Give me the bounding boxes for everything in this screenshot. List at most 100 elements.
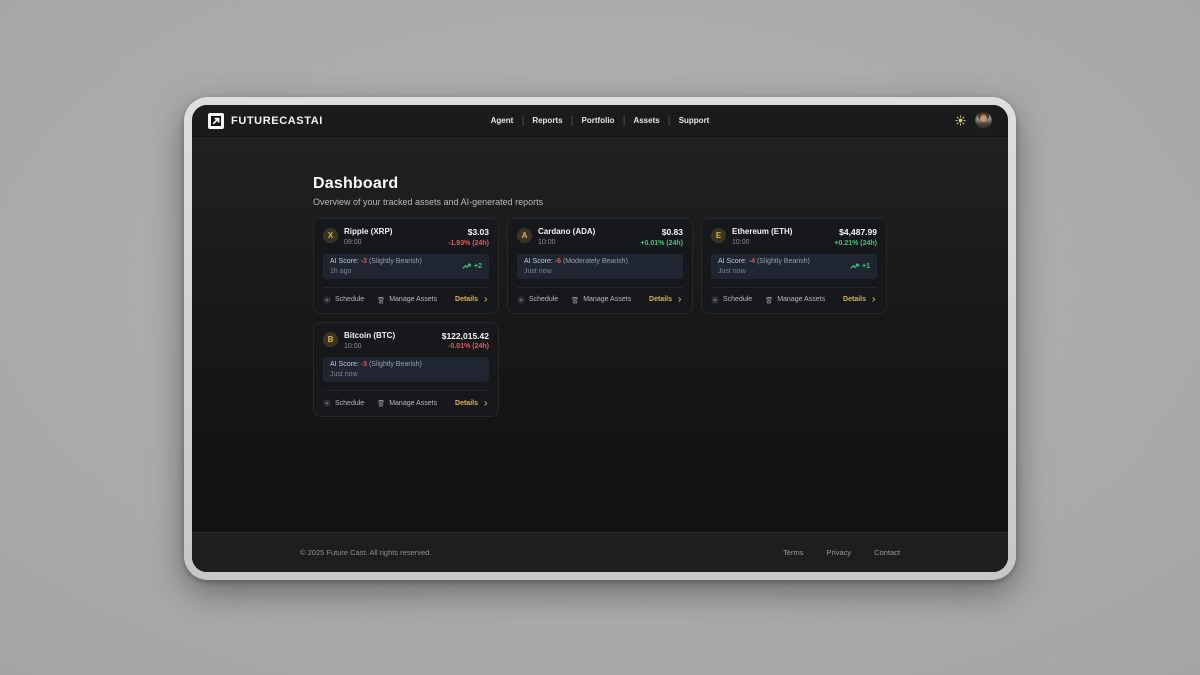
gear-icon (323, 296, 331, 304)
nav-item-assets[interactable]: Assets (624, 105, 668, 136)
asset-price: $3.03 (448, 228, 489, 237)
ai-score-label: AI Score: (718, 258, 747, 265)
asset-time: 10:00 (344, 343, 395, 350)
ai-score-value: -6 (555, 258, 561, 265)
asset-card: A Cardano (ADA) 10:00 $0.83 +0.01% (24h)… (507, 218, 693, 314)
asset-name: Cardano (ADA) (538, 228, 595, 236)
page-title: Dashboard (313, 175, 887, 193)
schedule-button[interactable]: Schedule (323, 296, 364, 304)
top-navbar: FUTURECASTAI AgentReportsPortfolioAssets… (192, 105, 1008, 137)
manage-assets-button[interactable]: Manage Assets (377, 399, 437, 407)
nav-item-reports[interactable]: Reports (523, 105, 571, 136)
brand-logo[interactable]: FUTURECASTAI (208, 113, 323, 129)
main-nav: AgentReportsPortfolioAssetsSupport (482, 105, 719, 136)
chevron-right-icon (482, 400, 489, 407)
asset-card: X Ripple (XRP) 09:00 $3.03 -1.93% (24h) … (313, 218, 499, 314)
ai-score-strip: AI Score: -6 (Moderately Bearish) Just n… (517, 254, 683, 279)
trash-icon (377, 296, 385, 304)
footer-link-contact[interactable]: Contact (874, 548, 900, 557)
trend-badge: +2 (462, 263, 482, 270)
asset-time: 09:00 (344, 239, 392, 246)
footer-links: Terms Privacy Contact (783, 548, 900, 557)
ai-score-strip: AI Score: -3 (Slightly Bearish) Just now (323, 357, 489, 382)
price-change: +0.21% (24h) (834, 240, 877, 247)
cards-grid: X Ripple (XRP) 09:00 $3.03 -1.93% (24h) … (313, 218, 887, 417)
asset-time: 10:00 (538, 239, 595, 246)
footer-link-privacy[interactable]: Privacy (827, 548, 852, 557)
content-container: Dashboard Overview of your tracked asset… (313, 137, 887, 417)
details-button[interactable]: Details (843, 296, 877, 303)
manage-assets-button[interactable]: Manage Assets (571, 296, 631, 304)
ai-score-sentiment: (Moderately Bearish) (563, 258, 628, 265)
ai-score-label: AI Score: (330, 258, 359, 265)
asset-name: Bitcoin (BTC) (344, 332, 395, 340)
chevron-right-icon (482, 296, 489, 303)
schedule-button[interactable]: Schedule (711, 296, 752, 304)
ai-score-strip: AI Score: -4 (Slightly Bearish) Just now… (711, 254, 877, 279)
main-area: Dashboard Overview of your tracked asset… (192, 137, 1008, 532)
trash-icon (765, 296, 773, 304)
card-actions: Schedule Manage Assets Details (702, 288, 886, 313)
asset-initial-badge: A (517, 228, 532, 243)
footer-link-terms[interactable]: Terms (783, 548, 803, 557)
app-window: FUTURECASTAI AgentReportsPortfolioAssets… (192, 105, 1008, 572)
asset-card-header: A Cardano (ADA) 10:00 $0.83 +0.01% (24h) (508, 219, 692, 247)
device-frame: FUTURECASTAI AgentReportsPortfolioAssets… (184, 97, 1016, 580)
price-change: +0.01% (24h) (640, 240, 683, 247)
topbar-right (954, 112, 992, 129)
price-change: -1.93% (24h) (448, 240, 489, 247)
trash-icon (377, 399, 385, 407)
ai-score-strip: AI Score: -3 (Slightly Bearish) 1h ago +… (323, 254, 489, 279)
ai-score-updated: 1h ago (330, 268, 422, 275)
nav-item-agent[interactable]: Agent (482, 105, 523, 136)
trending-up-icon (850, 263, 859, 270)
gear-icon (517, 296, 525, 304)
schedule-button[interactable]: Schedule (323, 399, 364, 407)
asset-card-header: B Bitcoin (BTC) 10:00 $122,015.42 -0.01%… (314, 323, 498, 351)
trend-badge: +1 (850, 263, 870, 270)
asset-name: Ripple (XRP) (344, 228, 392, 236)
ai-score-updated: Just now (524, 268, 628, 275)
ai-score-updated: Just now (330, 371, 422, 378)
trending-up-icon (462, 263, 471, 270)
nav-item-support[interactable]: Support (670, 105, 719, 136)
ai-score-label: AI Score: (330, 361, 359, 368)
chevron-right-icon (676, 296, 683, 303)
card-actions: Schedule Manage Assets Details (314, 288, 498, 313)
manage-assets-button[interactable]: Manage Assets (377, 296, 437, 304)
gear-icon (711, 296, 719, 304)
card-actions: Schedule Manage Assets Details (508, 288, 692, 313)
card-actions: Schedule Manage Assets Details (314, 391, 498, 416)
asset-price: $4,487.99 (834, 228, 877, 237)
asset-card-header: E Ethereum (ETH) 10:00 $4,487.99 +0.21% … (702, 219, 886, 247)
page-subtitle: Overview of your tracked assets and AI-g… (313, 197, 887, 207)
ai-score-sentiment: (Slightly Bearish) (757, 258, 810, 265)
details-button[interactable]: Details (455, 400, 489, 407)
theme-toggle-sun-icon[interactable] (954, 115, 966, 127)
price-change: -0.01% (24h) (442, 343, 489, 350)
nav-item-portfolio[interactable]: Portfolio (573, 105, 624, 136)
ai-score-value: -3 (361, 361, 367, 368)
details-button[interactable]: Details (455, 296, 489, 303)
asset-initial-badge: B (323, 332, 338, 347)
schedule-button[interactable]: Schedule (517, 296, 558, 304)
logo-arrow-icon (208, 113, 224, 129)
ai-score-updated: Just now (718, 268, 810, 275)
ai-score-value: -3 (361, 258, 367, 265)
chevron-right-icon (870, 296, 877, 303)
user-avatar[interactable] (975, 112, 992, 129)
asset-card-header: X Ripple (XRP) 09:00 $3.03 -1.93% (24h) (314, 219, 498, 247)
gear-icon (323, 399, 331, 407)
asset-initial-badge: X (323, 228, 338, 243)
asset-price: $0.83 (640, 228, 683, 237)
ai-score-sentiment: (Slightly Bearish) (369, 258, 422, 265)
asset-name: Ethereum (ETH) (732, 228, 792, 236)
ai-score-value: -4 (749, 258, 755, 265)
ai-score-sentiment: (Slightly Bearish) (369, 361, 422, 368)
copyright-text: © 2025 Future Cast. All rights reserved. (300, 548, 431, 557)
manage-assets-button[interactable]: Manage Assets (765, 296, 825, 304)
details-button[interactable]: Details (649, 296, 683, 303)
asset-initial-badge: E (711, 228, 726, 243)
trend-value: +2 (474, 263, 482, 270)
asset-price: $122,015.42 (442, 332, 489, 341)
